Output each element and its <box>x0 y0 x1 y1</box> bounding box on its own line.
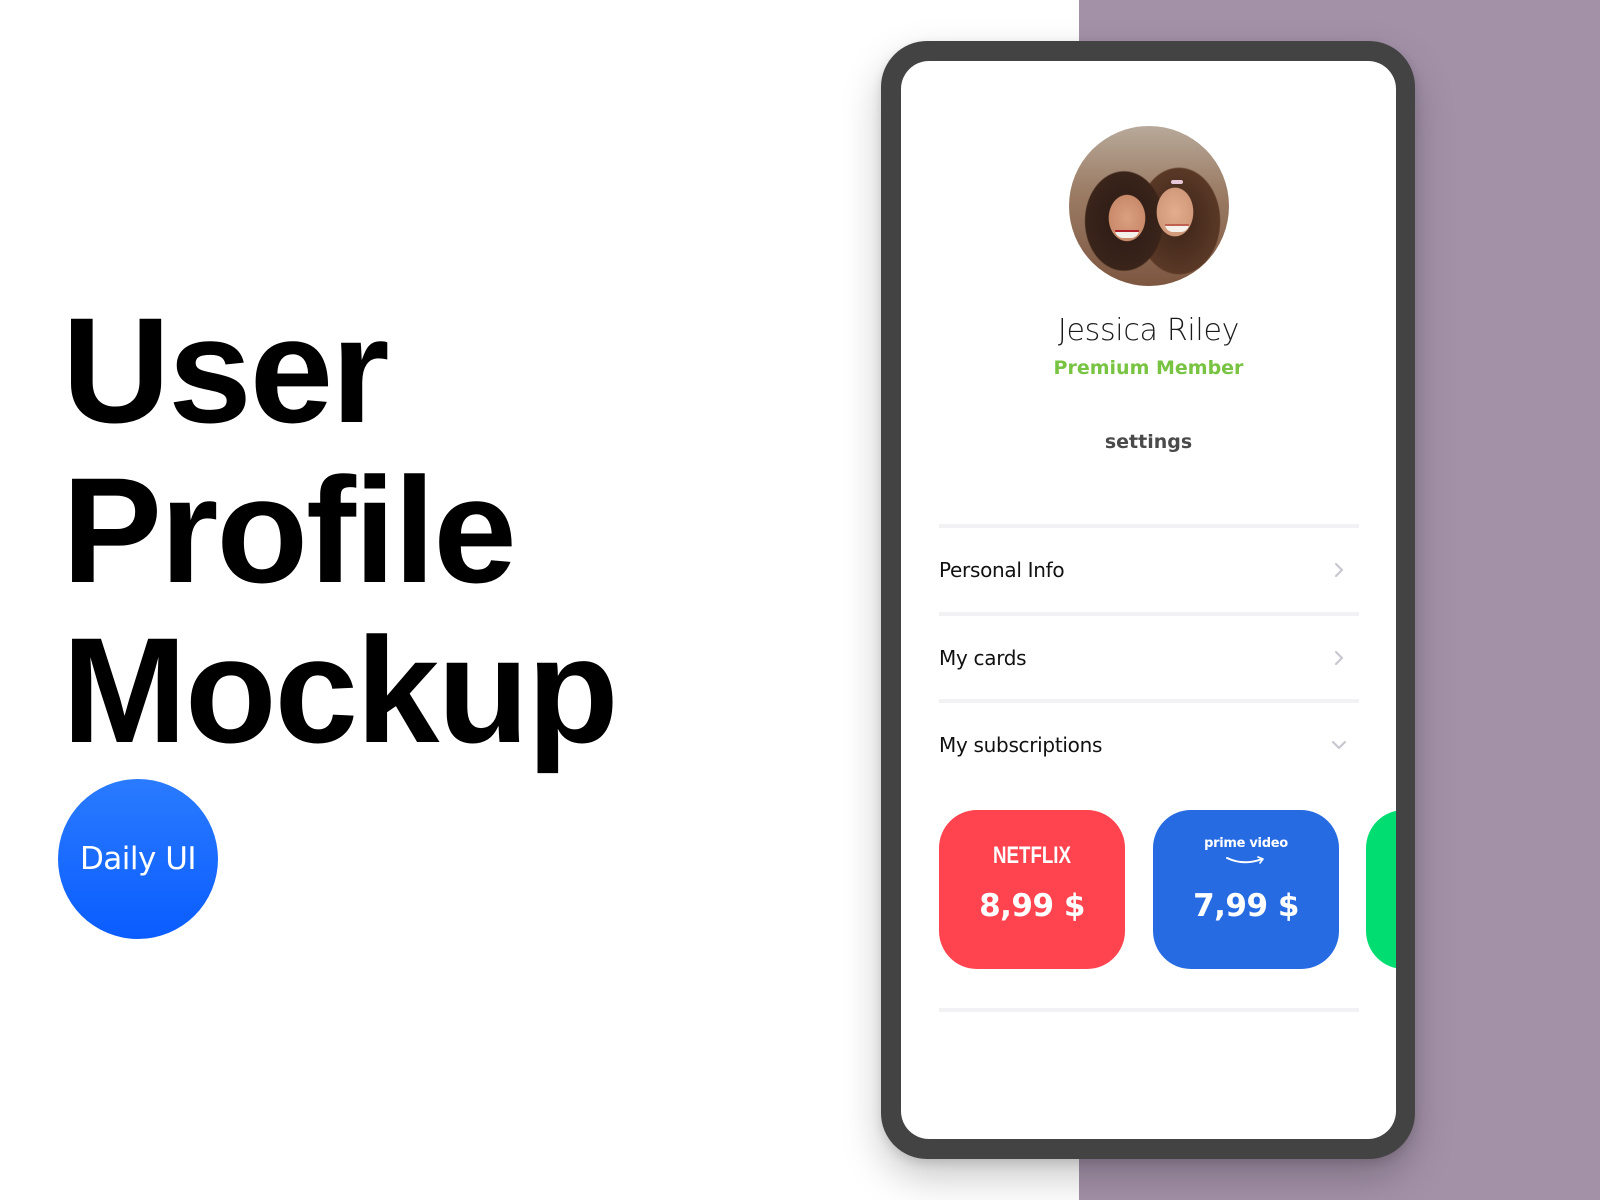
membership-status: Premium Member <box>1053 357 1244 379</box>
subscription-price: 8,99 $ <box>979 888 1085 924</box>
subscription-card-netflix[interactable]: NETFLIX 8,99 $ <box>939 810 1125 969</box>
headline-line-user: User <box>62 286 390 454</box>
phone-frame: Jessica Riley Premium Member settings Pe… <box>881 41 1415 1159</box>
headline-line-profile: Profile <box>62 446 517 614</box>
menu-item-my-subscriptions[interactable]: My subscriptions <box>939 703 1359 787</box>
menu-item-my-cards[interactable]: My cards <box>939 616 1359 700</box>
headline-line-mockup: Mockup <box>62 606 619 774</box>
menu-item-personal-info[interactable]: Personal Info <box>939 528 1359 612</box>
chevron-down-icon <box>1329 735 1349 755</box>
menu-item-label: My subscriptions <box>939 733 1103 757</box>
daily-ui-badge: Daily UI <box>58 779 218 939</box>
avatar[interactable] <box>1069 126 1229 286</box>
page-headline: User Profile Mockup <box>62 286 619 774</box>
avatar-photo-detail <box>1165 224 1189 232</box>
subscription-price: 7,99 $ <box>1193 888 1299 924</box>
phone-screen: Jessica Riley Premium Member settings Pe… <box>901 61 1396 1139</box>
menu-item-label: Personal Info <box>939 558 1065 582</box>
chevron-right-icon <box>1329 560 1349 580</box>
chevron-right-icon <box>1329 648 1349 668</box>
daily-ui-label: Daily UI <box>79 841 197 877</box>
prime-video-logo: prime video <box>1204 836 1288 851</box>
amazon-smile-icon <box>1226 856 1264 864</box>
netflix-logo: NETFLIX <box>993 842 1071 869</box>
settings-link[interactable]: settings <box>901 431 1396 453</box>
subscription-card-prime-video[interactable]: prime video 7,99 $ <box>1153 810 1339 969</box>
subscription-card-partial[interactable] <box>1366 810 1396 969</box>
avatar-photo-detail <box>1115 230 1139 238</box>
profile-name: Jessica Riley <box>1057 313 1240 348</box>
avatar-photo-detail <box>1171 180 1183 184</box>
divider <box>939 1008 1359 1012</box>
menu-item-label: My cards <box>939 646 1027 670</box>
